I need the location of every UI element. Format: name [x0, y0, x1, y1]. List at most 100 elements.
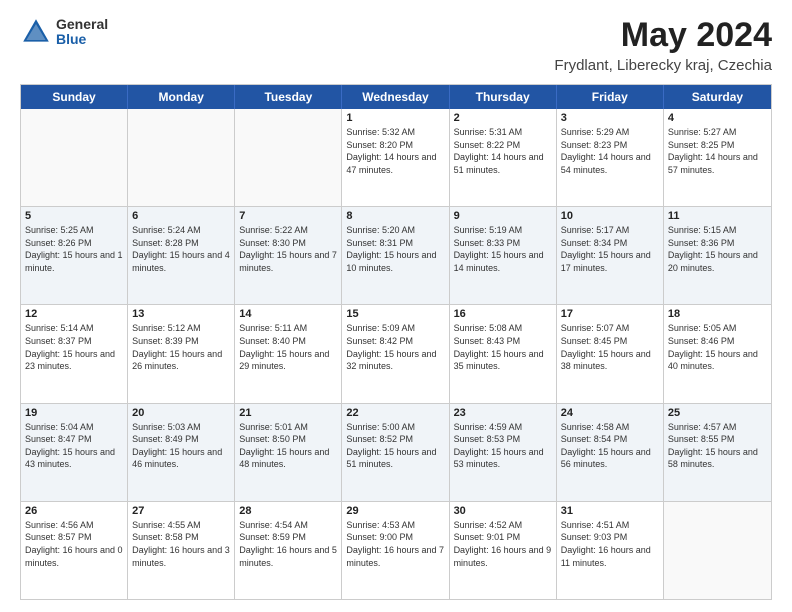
calendar-cell-1-6: 3Sunrise: 5:29 AM Sunset: 8:23 PM Daylig… [557, 109, 664, 206]
cell-info: Sunrise: 4:59 AM Sunset: 8:53 PM Dayligh… [454, 421, 552, 471]
cell-info: Sunrise: 5:00 AM Sunset: 8:52 PM Dayligh… [346, 421, 444, 471]
header-day-friday: Friday [557, 85, 664, 109]
cell-info: Sunrise: 5:05 AM Sunset: 8:46 PM Dayligh… [668, 322, 767, 372]
cell-date: 22 [346, 407, 444, 419]
cell-date: 24 [561, 407, 659, 419]
calendar-cell-3-3: 14 Sunrise: 5:11 AM Sunset: 8:40 PM Dayli… [235, 305, 342, 402]
calendar-row-1: 1Sunrise: 5:32 AM Sunset: 8:20 PM Daylig… [21, 109, 771, 207]
cell-info: Sunrise: 4:52 AM Sunset: 9:01 PM Dayligh… [454, 519, 552, 569]
calendar-cell-5-7 [664, 502, 771, 599]
cell-date: 19 [25, 407, 123, 419]
calendar-cell-2-7: 11Sunrise: 5:15 AM Sunset: 8:36 PM Dayli… [664, 207, 771, 304]
cell-date: 15 [346, 308, 444, 320]
cell-info: Sunrise: 5:19 AM Sunset: 8:33 PM Dayligh… [454, 224, 552, 274]
calendar-cell-1-5: 2 Sunrise: 5:31 AM Sunset: 8:22 PM Daylig… [450, 109, 557, 206]
cell-date: 4 [668, 112, 767, 124]
calendar-cell-2-6: 10Sunrise: 5:17 AM Sunset: 8:34 PM Dayli… [557, 207, 664, 304]
logo-icon [20, 16, 52, 48]
calendar-row-2: 5Sunrise: 5:25 AM Sunset: 8:26 PM Daylig… [21, 207, 771, 305]
cell-date: 28 [239, 505, 337, 517]
cell-date: 2 [454, 112, 552, 124]
calendar-cell-2-3: 7 Sunrise: 5:22 AM Sunset: 8:30 PM Daylig… [235, 207, 342, 304]
calendar-cell-3-2: 13 Sunrise: 5:12 AM Sunset: 8:39 PM Dayli… [128, 305, 235, 402]
cell-info: Sunrise: 5:15 AM Sunset: 8:36 PM Dayligh… [668, 224, 767, 274]
header-day-tuesday: Tuesday [235, 85, 342, 109]
cell-info: Sunrise: 5:09 AM Sunset: 8:42 PM Dayligh… [346, 322, 444, 372]
calendar-body: 1Sunrise: 5:32 AM Sunset: 8:20 PM Daylig… [21, 109, 771, 599]
cell-date: 13 [132, 308, 230, 320]
calendar-cell-2-5: 9 Sunrise: 5:19 AM Sunset: 8:33 PM Daylig… [450, 207, 557, 304]
cell-date: 7 [239, 210, 337, 222]
calendar-cell-4-2: 20 Sunrise: 5:03 AM Sunset: 8:49 PM Dayli… [128, 404, 235, 501]
calendar-cell-1-2 [128, 109, 235, 206]
cell-date: 18 [668, 308, 767, 320]
header-day-thursday: Thursday [450, 85, 557, 109]
cell-date: 14 [239, 308, 337, 320]
cell-info: Sunrise: 5:27 AM Sunset: 8:25 PM Dayligh… [668, 126, 767, 176]
cell-date: 8 [346, 210, 444, 222]
calendar-cell-4-1: 19 Sunrise: 5:04 AM Sunset: 8:47 PM Dayli… [21, 404, 128, 501]
cell-info: Sunrise: 5:01 AM Sunset: 8:50 PM Dayligh… [239, 421, 337, 471]
cell-date: 27 [132, 505, 230, 517]
cell-info: Sunrise: 5:07 AM Sunset: 8:45 PM Dayligh… [561, 322, 659, 372]
cell-info: Sunrise: 5:31 AM Sunset: 8:22 PM Dayligh… [454, 126, 552, 176]
cell-info: Sunrise: 4:54 AM Sunset: 8:59 PM Dayligh… [239, 519, 337, 569]
cell-info: Sunrise: 5:17 AM Sunset: 8:34 PM Dayligh… [561, 224, 659, 274]
cell-info: Sunrise: 5:11 AM Sunset: 8:40 PM Dayligh… [239, 322, 337, 372]
calendar-cell-5-6: 31 Sunrise: 4:51 AM Sunset: 9:03 PM Dayli… [557, 502, 664, 599]
cell-info: Sunrise: 4:57 AM Sunset: 8:55 PM Dayligh… [668, 421, 767, 471]
calendar-cell-1-7: 4 Sunrise: 5:27 AM Sunset: 8:25 PM Daylig… [664, 109, 771, 206]
calendar-cell-1-1 [21, 109, 128, 206]
calendar-cell-4-6: 24 Sunrise: 4:58 AM Sunset: 8:54 PM Dayli… [557, 404, 664, 501]
cell-date: 31 [561, 505, 659, 517]
calendar-cell-3-7: 18 Sunrise: 5:05 AM Sunset: 8:46 PM Dayli… [664, 305, 771, 402]
calendar-cell-3-1: 12Sunrise: 5:14 AM Sunset: 8:37 PM Dayli… [21, 305, 128, 402]
cell-info: Sunrise: 5:04 AM Sunset: 8:47 PM Dayligh… [25, 421, 123, 471]
header-day-sunday: Sunday [21, 85, 128, 109]
calendar-cell-5-1: 26Sunrise: 4:56 AM Sunset: 8:57 PM Dayli… [21, 502, 128, 599]
calendar-row-4: 19 Sunrise: 5:04 AM Sunset: 8:47 PM Dayli… [21, 404, 771, 502]
cell-date: 25 [668, 407, 767, 419]
calendar: SundayMondayTuesdayWednesdayThursdayFrid… [20, 84, 772, 600]
calendar-cell-5-3: 28 Sunrise: 4:54 AM Sunset: 8:59 PM Dayli… [235, 502, 342, 599]
cell-info: Sunrise: 5:12 AM Sunset: 8:39 PM Dayligh… [132, 322, 230, 372]
cell-date: 9 [454, 210, 552, 222]
cell-date: 3 [561, 112, 659, 124]
calendar-cell-4-4: 22 Sunrise: 5:00 AM Sunset: 8:52 PM Dayli… [342, 404, 449, 501]
header-day-wednesday: Wednesday [342, 85, 449, 109]
cell-date: 21 [239, 407, 337, 419]
cell-info: Sunrise: 5:22 AM Sunset: 8:30 PM Dayligh… [239, 224, 337, 274]
cell-info: Sunrise: 4:53 AM Sunset: 9:00 PM Dayligh… [346, 519, 444, 569]
cell-date: 1 [346, 112, 444, 124]
calendar-cell-2-2: 6Sunrise: 5:24 AM Sunset: 8:28 PM Daylig… [128, 207, 235, 304]
cell-info: Sunrise: 5:24 AM Sunset: 8:28 PM Dayligh… [132, 224, 230, 274]
header: General Blue May 2024 Frydlant, Libereck… [20, 16, 772, 74]
calendar-cell-1-3 [235, 109, 342, 206]
cell-date: 30 [454, 505, 552, 517]
calendar-cell-2-4: 8 Sunrise: 5:20 AM Sunset: 8:31 PM Daylig… [342, 207, 449, 304]
header-day-monday: Monday [128, 85, 235, 109]
calendar-cell-4-5: 23Sunrise: 4:59 AM Sunset: 8:53 PM Dayli… [450, 404, 557, 501]
calendar-cell-1-4: 1Sunrise: 5:32 AM Sunset: 8:20 PM Daylig… [342, 109, 449, 206]
cell-date: 26 [25, 505, 123, 517]
cell-info: Sunrise: 4:51 AM Sunset: 9:03 PM Dayligh… [561, 519, 659, 569]
calendar-header: SundayMondayTuesdayWednesdayThursdayFrid… [21, 85, 771, 109]
title-block: May 2024 Frydlant, Liberecky kraj, Czech… [554, 16, 772, 74]
cell-date: 29 [346, 505, 444, 517]
calendar-row-5: 26Sunrise: 4:56 AM Sunset: 8:57 PM Dayli… [21, 502, 771, 599]
logo-text: General Blue [56, 17, 108, 48]
cell-info: Sunrise: 5:20 AM Sunset: 8:31 PM Dayligh… [346, 224, 444, 274]
logo: General Blue [20, 16, 108, 48]
calendar-cell-5-2: 27Sunrise: 4:55 AM Sunset: 8:58 PM Dayli… [128, 502, 235, 599]
cell-date: 20 [132, 407, 230, 419]
calendar-row-3: 12Sunrise: 5:14 AM Sunset: 8:37 PM Dayli… [21, 305, 771, 403]
calendar-cell-2-1: 5Sunrise: 5:25 AM Sunset: 8:26 PM Daylig… [21, 207, 128, 304]
calendar-cell-3-5: 16Sunrise: 5:08 AM Sunset: 8:43 PM Dayli… [450, 305, 557, 402]
cell-date: 17 [561, 308, 659, 320]
logo-blue-text: Blue [56, 32, 108, 47]
header-day-saturday: Saturday [664, 85, 771, 109]
calendar-cell-5-5: 30 Sunrise: 4:52 AM Sunset: 9:01 PM Dayli… [450, 502, 557, 599]
cell-info: Sunrise: 4:58 AM Sunset: 8:54 PM Dayligh… [561, 421, 659, 471]
cell-info: Sunrise: 5:03 AM Sunset: 8:49 PM Dayligh… [132, 421, 230, 471]
page: General Blue May 2024 Frydlant, Libereck… [0, 0, 792, 612]
